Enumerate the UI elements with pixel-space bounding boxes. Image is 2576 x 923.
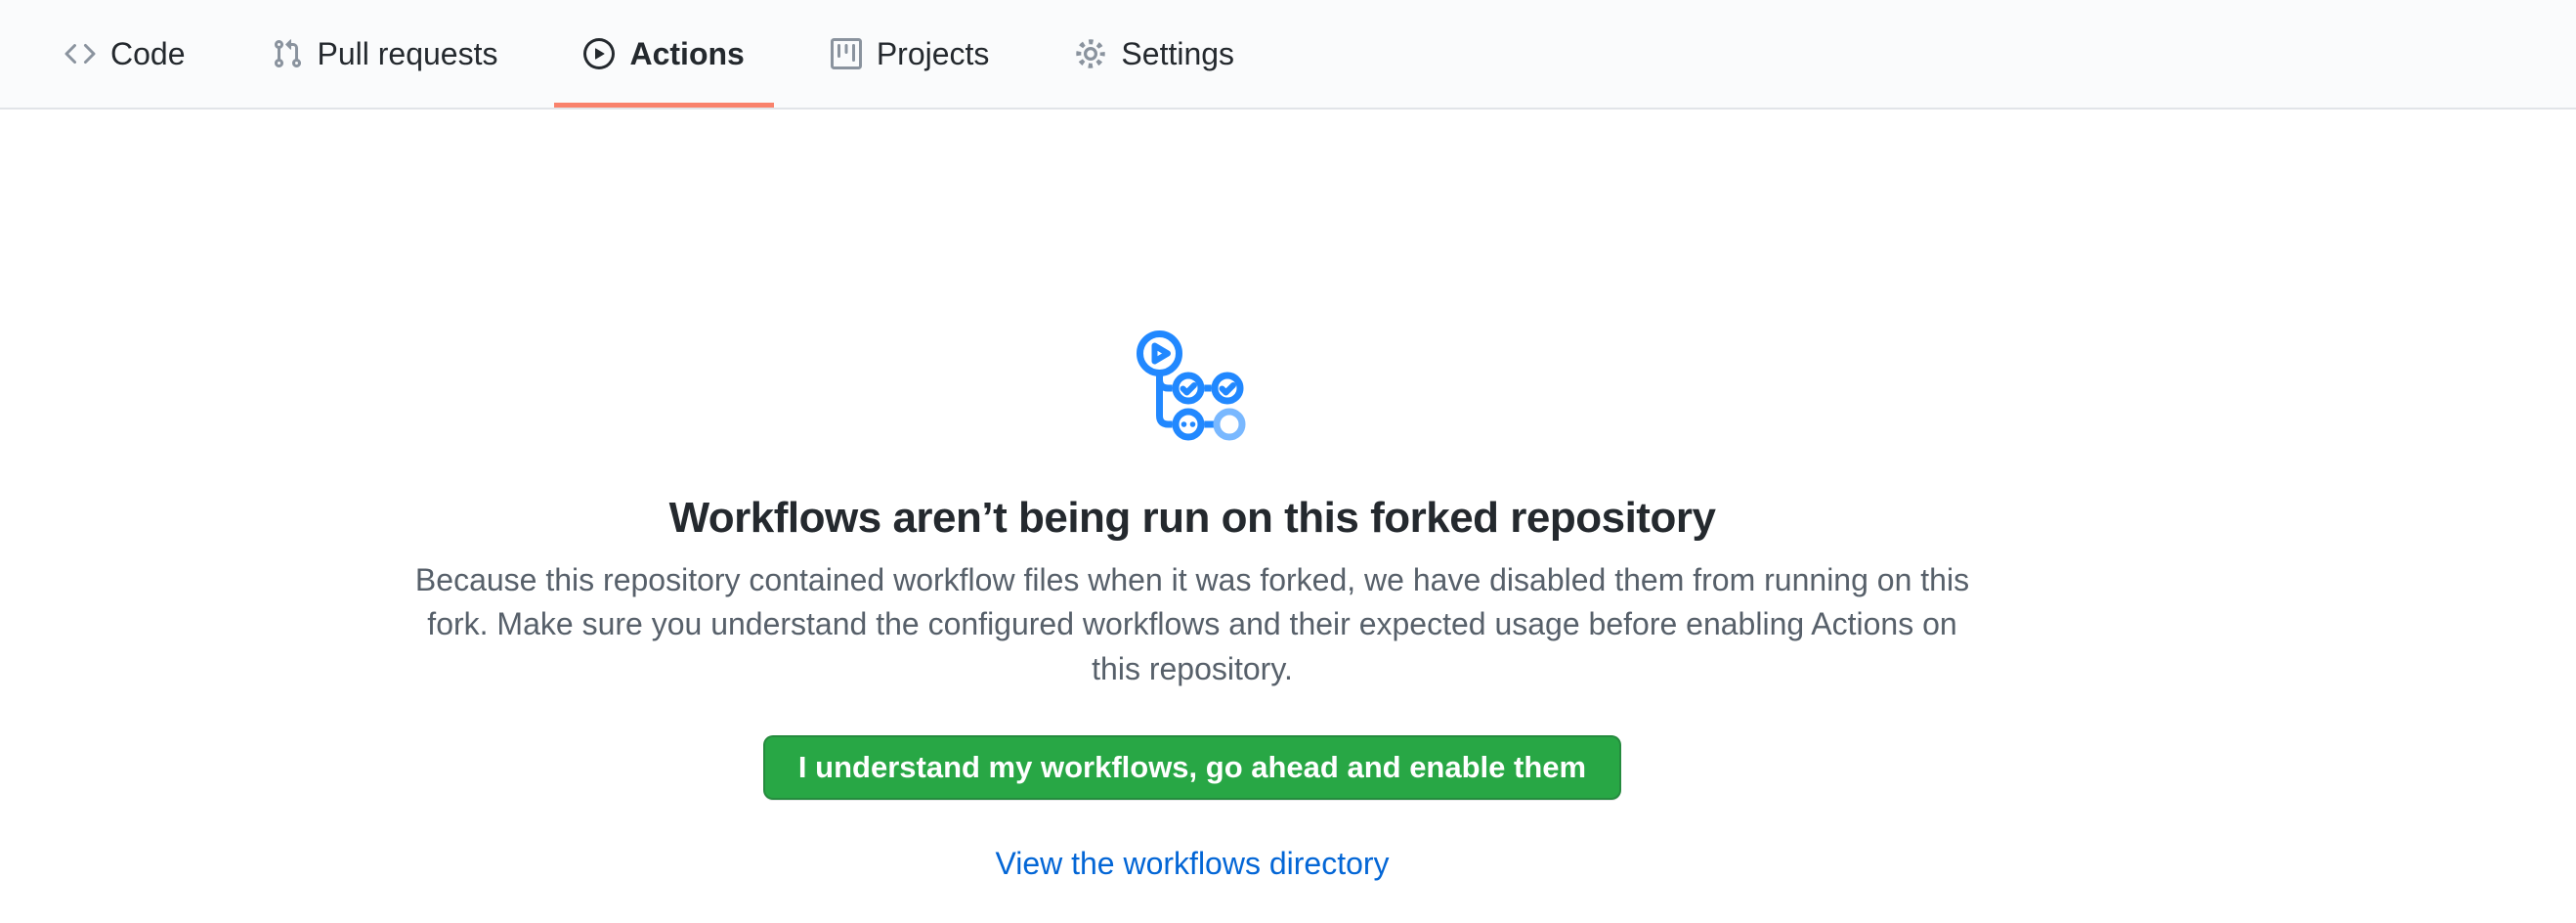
play-icon — [583, 38, 615, 69]
tab-label: Projects — [877, 38, 990, 69]
tab-label: Settings — [1121, 38, 1234, 69]
view-workflows-directory-link[interactable]: View the workflows directory — [995, 846, 1389, 881]
tab-settings[interactable]: Settings — [1046, 0, 1264, 108]
tab-projects[interactable]: Projects — [801, 0, 1019, 108]
repo-tab-bar: Code Pull requests Actions Projects Sett… — [0, 0, 2576, 110]
actions-disabled-page: Workflows aren’t being run on this forke… — [0, 110, 2576, 882]
git-pull-request-icon — [272, 38, 303, 69]
tab-actions[interactable]: Actions — [554, 0, 773, 108]
tab-code[interactable]: Code — [35, 0, 215, 108]
enable-workflows-button[interactable]: I understand my workflows, go ahead and … — [763, 735, 1621, 800]
project-icon — [831, 38, 862, 69]
enable-button-row: I understand my workflows, go ahead and … — [391, 691, 1994, 800]
workflows-link-row: View the workflows directory — [391, 846, 1994, 882]
gear-icon — [1075, 38, 1106, 69]
blankslate: Workflows aren’t being run on this forke… — [391, 110, 1994, 882]
tab-label: Actions — [629, 38, 744, 69]
workflow-graph-icon — [1137, 330, 1248, 442]
tab-pull-requests[interactable]: Pull requests — [242, 0, 528, 108]
blankslate-description: Because this repository contained workfl… — [401, 558, 1984, 691]
page-title: Workflows aren’t being run on this forke… — [391, 491, 1994, 545]
code-icon — [64, 38, 96, 69]
tab-label: Pull requests — [318, 38, 498, 69]
tab-label: Code — [110, 38, 186, 69]
